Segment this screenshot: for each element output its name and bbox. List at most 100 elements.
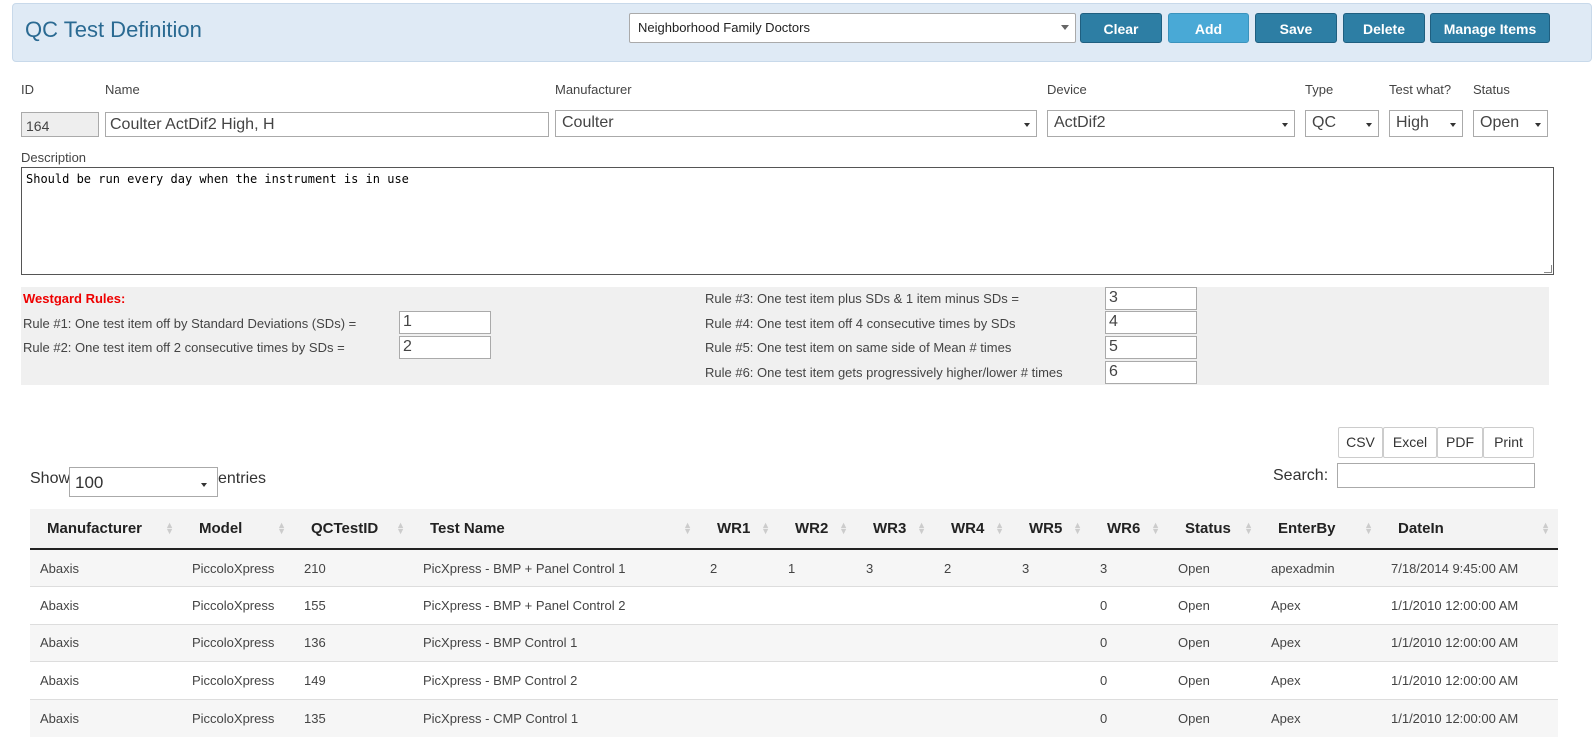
description-label: Description	[21, 150, 87, 165]
table-cell: Apex	[1261, 586, 1381, 625]
clear-button[interactable]: Clear	[1080, 13, 1162, 43]
rule-2-input[interactable]: 2	[399, 336, 491, 359]
search-input[interactable]	[1337, 463, 1535, 488]
show-label: Show	[30, 470, 71, 487]
column-header-manufacturer[interactable]: Manufacturer ▲ ▼	[30, 509, 182, 550]
site-select-value: Neighborhood Family Doctors	[638, 20, 810, 35]
entries-label: entries	[218, 470, 267, 487]
table-row[interactable]: Abaxis PiccoloXpress 149 PicXpress - BMP…	[30, 661, 1558, 700]
table-cell: 135	[294, 698, 413, 737]
table-cell: 0	[1090, 623, 1168, 662]
table-cell: PicXpress - BMP + Panel Control 1	[413, 548, 700, 587]
table-row[interactable]: Abaxis PiccoloXpress 210 PicXpress - BMP…	[30, 548, 1558, 587]
id-label: ID	[21, 82, 34, 97]
table-cell: Open	[1168, 661, 1261, 700]
page-length-select[interactable]: 100	[69, 467, 218, 497]
table-cell: 3	[1090, 548, 1168, 587]
device-value: ActDif2	[1054, 114, 1106, 131]
table-cell	[934, 623, 1012, 662]
column-header-wr2[interactable]: WR2 ▲ ▼	[778, 509, 856, 550]
table-cell	[934, 661, 1012, 700]
rule-1-label: Rule #1: One test item off by Standard D…	[23, 316, 357, 331]
column-header-test-name[interactable]: Test Name ▲ ▼	[413, 509, 700, 550]
test-what-select[interactable]: High	[1389, 110, 1463, 137]
table-cell	[700, 586, 778, 625]
sort-icon: ▲ ▼	[1151, 520, 1160, 536]
chevron-down-icon	[1366, 123, 1372, 127]
column-header-datein[interactable]: DateIn ▲ ▼	[1381, 509, 1558, 550]
column-header-wr3[interactable]: WR3 ▲ ▼	[856, 509, 934, 550]
resize-grip-icon[interactable]	[1544, 265, 1552, 273]
table-cell: Abaxis	[30, 698, 182, 737]
table-row[interactable]: Abaxis PiccoloXpress 136 PicXpress - BMP…	[30, 623, 1558, 662]
description-text: Should be run every day when the instrum…	[26, 172, 409, 186]
status-label: Status	[1473, 82, 1510, 97]
type-select[interactable]: QC	[1305, 110, 1379, 137]
rule-1-input[interactable]: 1	[399, 311, 491, 334]
column-header-wr5[interactable]: WR5 ▲ ▼	[1012, 509, 1090, 550]
rule-3-input[interactable]: 3	[1105, 287, 1197, 310]
table-cell: PiccoloXpress	[182, 548, 294, 587]
table-cell: 3	[856, 548, 934, 587]
column-header-wr1[interactable]: WR1 ▲ ▼	[700, 509, 778, 550]
table-cell: Open	[1168, 623, 1261, 662]
site-select[interactable]: Neighborhood Family Doctors	[629, 13, 1076, 43]
sort-icon: ▲ ▼	[1364, 520, 1373, 536]
rule-4-input[interactable]: 4	[1105, 311, 1197, 334]
rule-4-label: Rule #4: One test item off 4 consecutive…	[705, 316, 1016, 331]
sort-icon: ▲ ▼	[839, 520, 848, 536]
table-row[interactable]: Abaxis PiccoloXpress 155 PicXpress - BMP…	[30, 586, 1558, 625]
table-cell: PicXpress - BMP Control 2	[413, 661, 700, 700]
column-header-status[interactable]: Status ▲ ▼	[1168, 509, 1261, 550]
csv-button[interactable]: CSV	[1338, 427, 1383, 458]
chevron-down-icon	[1282, 123, 1288, 127]
table-row[interactable]: Abaxis PiccoloXpress 135 PicXpress - CMP…	[30, 698, 1558, 737]
name-label: Name	[105, 82, 140, 97]
westgard-panel: Westgard Rules: Rule #1: One test item o…	[21, 287, 1549, 385]
column-header-enterby[interactable]: EnterBy ▲ ▼	[1261, 509, 1381, 550]
device-label: Device	[1047, 82, 1087, 97]
table-cell: 136	[294, 623, 413, 662]
table-cell	[778, 661, 856, 700]
westgard-title: Westgard Rules:	[23, 291, 126, 306]
add-button[interactable]: Add	[1168, 13, 1249, 43]
print-button[interactable]: Print	[1483, 427, 1534, 458]
save-button[interactable]: Save	[1255, 13, 1337, 43]
table-cell: PicXpress - BMP Control 1	[413, 623, 700, 662]
excel-button[interactable]: Excel	[1383, 427, 1437, 458]
table-cell: Abaxis	[30, 623, 182, 662]
table-cell: 0	[1090, 661, 1168, 700]
table-cell: 1	[778, 548, 856, 587]
device-select[interactable]: ActDif2	[1047, 110, 1295, 137]
table-cell: 3	[1012, 548, 1090, 587]
column-header-model[interactable]: Model ▲ ▼	[182, 509, 294, 550]
table-header-row: Manufacturer ▲ ▼ Model ▲ ▼ QCTestID ▲ ▼ Test N…	[30, 509, 1558, 550]
type-label: Type	[1305, 82, 1334, 97]
page-length-value: 100	[75, 473, 104, 492]
pdf-button[interactable]: PDF	[1437, 427, 1483, 458]
table-cell: 0	[1090, 586, 1168, 625]
column-header-wr4[interactable]: WR4 ▲ ▼	[934, 509, 1012, 550]
manage-items-button[interactable]: Manage Items	[1430, 13, 1550, 43]
table-cell: 1/1/2010 12:00:00 AM	[1381, 698, 1558, 737]
manufacturer-select[interactable]: Coulter	[555, 110, 1037, 137]
table-cell: Open	[1168, 586, 1261, 625]
column-header-qctestid[interactable]: QCTestID ▲ ▼	[294, 509, 413, 550]
table-cell: 0	[1090, 698, 1168, 737]
table-cell: PicXpress - BMP + Panel Control 2	[413, 586, 700, 625]
rule-6-input[interactable]: 6	[1105, 361, 1197, 384]
table-cell: 1/1/2010 12:00:00 AM	[1381, 586, 1558, 625]
sort-icon: ▲ ▼	[396, 520, 405, 536]
table-cell: 2	[934, 548, 1012, 587]
table-cell: 2	[700, 548, 778, 587]
sort-icon: ▲ ▼	[1541, 520, 1550, 536]
sort-icon: ▲ ▼	[683, 520, 692, 536]
description-textarea[interactable]: Should be run every day when the instrum…	[21, 167, 1554, 275]
rule-5-input[interactable]: 5	[1105, 336, 1197, 359]
delete-button[interactable]: Delete	[1343, 13, 1425, 43]
name-field[interactable]: Coulter ActDif2 High, H	[105, 112, 549, 137]
status-select[interactable]: Open	[1473, 110, 1548, 137]
search-label: Search:	[1273, 467, 1329, 484]
column-header-wr6[interactable]: WR6 ▲ ▼	[1090, 509, 1168, 550]
chevron-down-icon	[1061, 25, 1069, 30]
